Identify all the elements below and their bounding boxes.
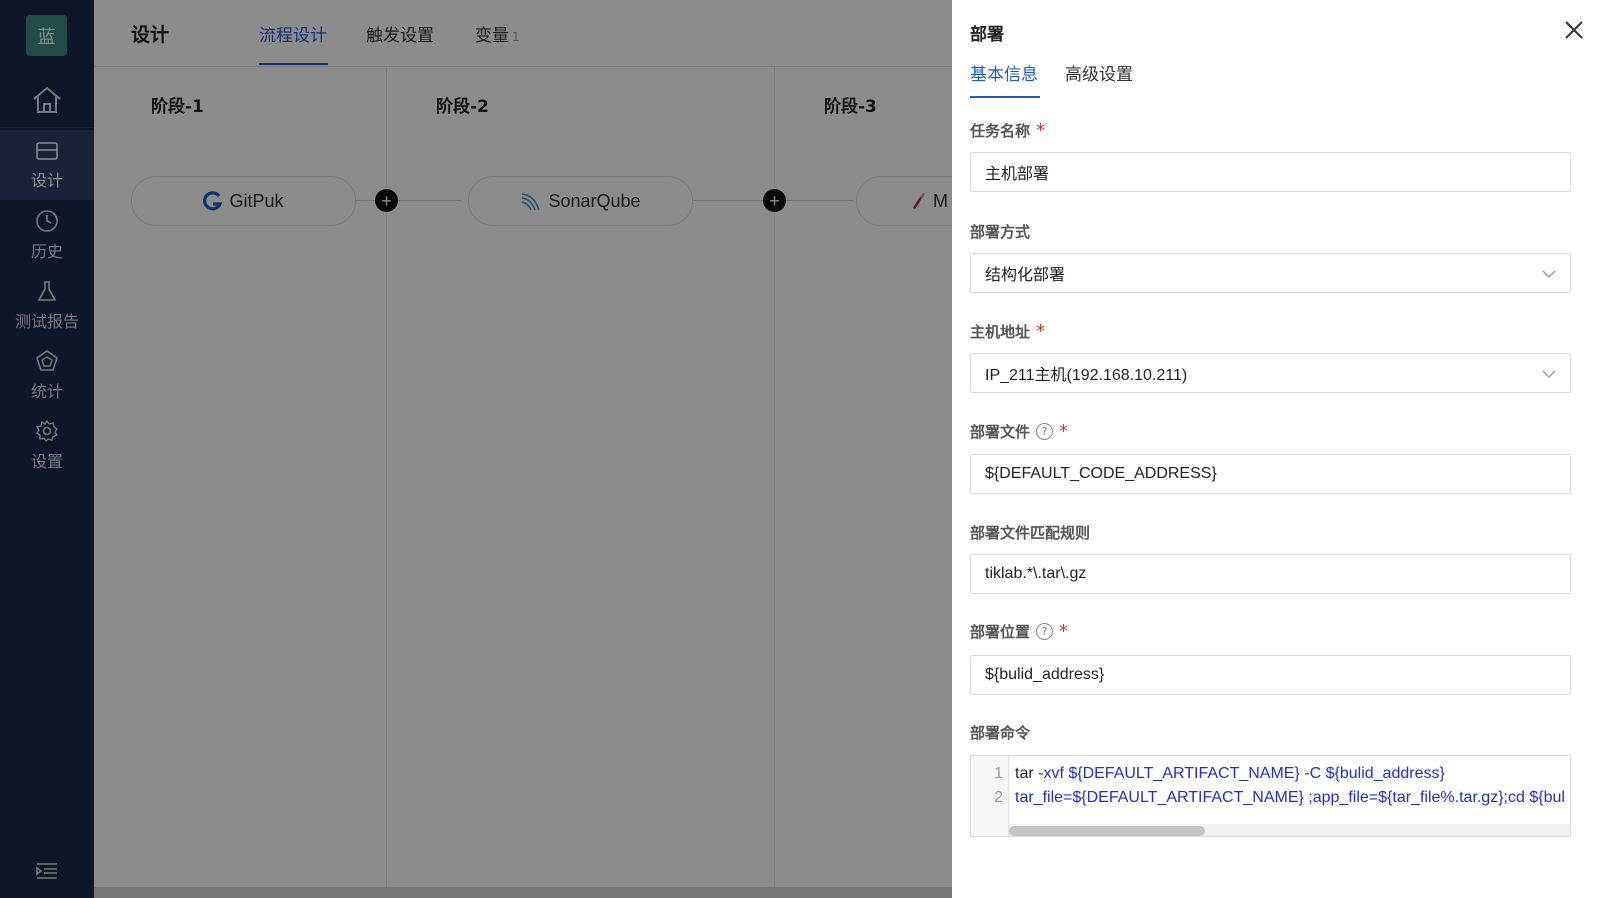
host-select[interactable]: IP_211主机(192.168.10.211) [970,353,1571,393]
deploy-location-label: 部署位置? * [970,621,1068,642]
editor-gutter: 1 2 [971,756,1009,836]
code-command: tar [1015,765,1034,782]
task-name-label: 任务名称 * [970,120,1045,141]
drawer-title: 部署 [970,25,1004,45]
deploy-file-label: 部署文件? * [970,421,1068,442]
code-line: tar_file=${DEFAULT_ARTIFACT_NAME} ;app_f… [1015,789,1565,807]
modal-mask[interactable] [0,0,952,898]
help-icon[interactable]: ? [1036,623,1054,640]
task-name-label-text: 任务名称 [970,122,1031,140]
deploy-file-input[interactable]: ${DEFAULT_CODE_ADDRESS} [970,454,1571,494]
file-rule-label: 部署文件匹配规则 [970,524,1091,542]
drawer-tab-indicator [970,96,1040,98]
close-button[interactable] [1564,20,1584,40]
tab-advanced-settings[interactable]: 高级设置 [1065,60,1133,85]
required-mark: * [1059,621,1069,642]
deploy-mode-value: 结构化部署 [985,267,1066,284]
chevron-down-icon [1542,370,1556,378]
help-icon[interactable]: ? [1036,423,1054,440]
code-line: tar -xvf ${DEFAULT_ARTIFACT_NAME} -C ${b… [1015,765,1445,783]
required-mark: * [1036,120,1046,141]
scrollbar-thumb[interactable] [1009,826,1205,836]
editor-scrollbar[interactable] [1009,824,1570,836]
file-rule-input[interactable]: tiklab.*\.tar\.gz [970,554,1571,594]
tab-basic-info[interactable]: 基本信息 [970,60,1038,85]
deploy-drawer: 部署 基本信息 高级设置 任务名称 * 主机部署 部署方式 结构化部署 主机地址 *… [952,0,1599,898]
deploy-mode-select[interactable]: 结构化部署 [970,253,1571,293]
line-number: 2 [994,789,1003,806]
chevron-down-icon [1542,270,1556,278]
host-label-text: 主机地址 [970,323,1031,341]
code-args: -xvf ${DEFAULT_ARTIFACT_NAME} -C ${bulid… [1033,765,1445,782]
code-args: tar_file=${DEFAULT_ARTIFACT_NAME} ;app_f… [1015,789,1565,806]
task-name-input[interactable]: 主机部署 [970,152,1571,192]
line-number: 1 [994,765,1003,782]
required-mark: * [1059,421,1069,442]
close-icon [1565,21,1583,39]
required-mark: * [1036,321,1046,342]
deploy-location-input[interactable]: ${bulid_address} [970,655,1571,695]
deploy-location-label-text: 部署位置 [970,623,1031,641]
deploy-command-editor[interactable]: 1 2 tar -xvf ${DEFAULT_ARTIFACT_NAME} -C… [970,755,1571,837]
deploy-command-label: 部署命令 [970,724,1031,742]
host-label: 主机地址 * [970,321,1045,342]
deploy-file-label-text: 部署文件 [970,423,1031,441]
deploy-mode-label: 部署方式 [970,223,1031,241]
host-value: IP_211主机(192.168.10.211) [985,367,1188,384]
